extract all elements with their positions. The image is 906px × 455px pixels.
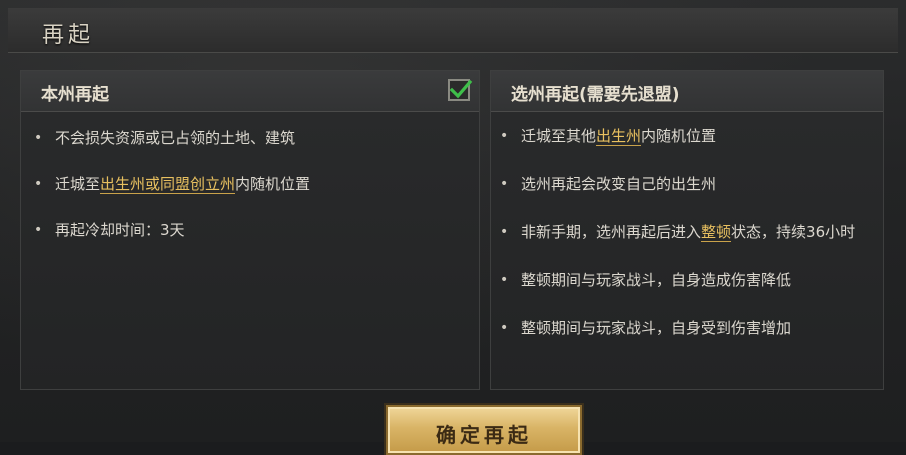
- option-local-rebirth[interactable]: 本州再起 • 不会损失资源或已占领的土地、建筑 • 迁城至出生州或同盟创立州内随机位置…: [20, 70, 480, 390]
- info-item: • 迁城至出生州或同盟创立州内随机位置: [21, 173, 479, 195]
- local-rebirth-info-list: • 不会损失资源或已占领的土地、建筑 • 迁城至出生州或同盟创立州内随机位置 • 再起冷却…: [21, 127, 479, 265]
- confirm-rebirth-button[interactable]: 确定再起: [386, 405, 582, 455]
- local-rebirth-header[interactable]: 本州再起: [21, 71, 479, 112]
- info-text: 整顿期间与玩家战斗，自身造成伤害降低: [521, 271, 792, 289]
- bullet-icon: •: [500, 176, 509, 192]
- highlight-term: 整顿: [701, 223, 732, 242]
- bullet-icon: •: [500, 128, 509, 144]
- option-choose-state-rebirth[interactable]: 选州再起(需要先退盟) • 迁城至其他出生州内随机位置 • 选州再起会改变自己的出生州…: [490, 70, 884, 390]
- info-item: • 再起冷却时间：3天: [21, 219, 479, 241]
- info-item: • 整顿期间与玩家战斗，自身受到伤害增加: [491, 317, 883, 339]
- bullet-icon: •: [34, 130, 43, 146]
- info-text: 内随机位置: [235, 175, 311, 193]
- choose-state-rebirth-header[interactable]: 选州再起(需要先退盟): [491, 71, 883, 112]
- bullet-icon: •: [34, 176, 43, 192]
- info-text: 迁城至其他: [521, 127, 597, 145]
- dialog-title-bar: 再起: [8, 8, 898, 53]
- highlight-term: 出生州: [596, 127, 642, 146]
- info-text: 不会损失资源或已占领的土地、建筑: [55, 129, 296, 147]
- info-item: • 整顿期间与玩家战斗，自身造成伤害降低: [491, 269, 883, 291]
- choose-state-rebirth-info-list: • 迁城至其他出生州内随机位置 • 选州再起会改变自己的出生州 • 非新手期，选州再起后进…: [491, 125, 883, 365]
- bullet-icon: •: [500, 272, 509, 288]
- bullet-icon: •: [34, 222, 43, 238]
- local-rebirth-checkbox[interactable]: [448, 79, 473, 101]
- bullet-icon: •: [500, 320, 509, 336]
- bullet-icon: •: [500, 224, 509, 240]
- info-text: 选州再起会改变自己的出生州: [521, 175, 717, 193]
- choose-state-rebirth-title: 选州再起(需要先退盟): [511, 85, 680, 105]
- local-rebirth-title: 本州再起: [41, 85, 109, 105]
- info-item: • 不会损失资源或已占领的土地、建筑: [21, 127, 479, 149]
- info-item: • 非新手期，选州再起后进入整顿状态，持续36小时: [491, 221, 883, 243]
- confirm-rebirth-label: 确定再起: [436, 423, 532, 447]
- info-item: • 迁城至其他出生州内随机位置: [491, 125, 883, 147]
- rebirth-dialog: 再起 本州再起 • 不会损失资源或已占领的土地、建筑 • 迁城至出生州或同盟创立州内随…: [0, 0, 906, 455]
- info-text: 整顿期间与玩家战斗，自身受到伤害增加: [521, 319, 792, 337]
- checkmark-icon: [449, 79, 473, 99]
- info-text: 非新手期，选州再起后进入: [521, 223, 702, 241]
- dialog-title: 再起: [42, 23, 95, 48]
- info-text: 内随机位置: [641, 127, 717, 145]
- info-text: 状态，持续36小时: [731, 223, 856, 241]
- info-item: • 选州再起会改变自己的出生州: [491, 173, 883, 195]
- info-text: 迁城至: [55, 175, 101, 193]
- highlight-term: 出生州或同盟创立州: [100, 175, 236, 194]
- info-text: 再起冷却时间：3天: [55, 221, 185, 239]
